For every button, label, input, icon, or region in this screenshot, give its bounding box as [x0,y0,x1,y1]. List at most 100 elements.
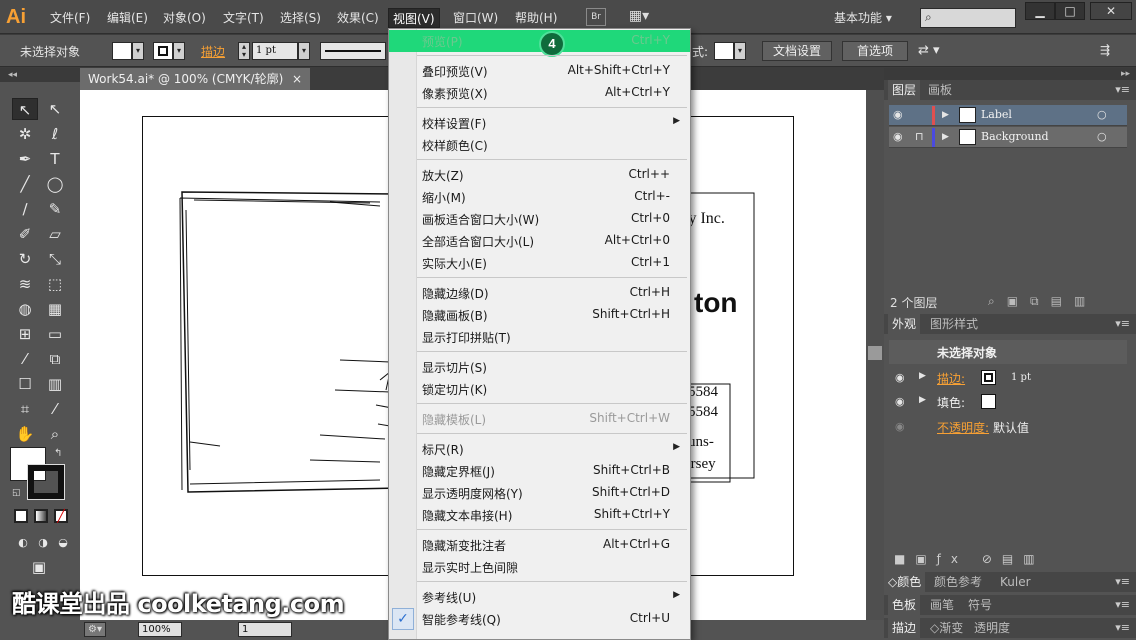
tab-gradient[interactable]: ◇渐变 [926,618,967,638]
tab-appearance[interactable]: 外观 [888,314,921,334]
menu-item[interactable]: 显示实时上色间隙 [389,556,690,578]
stroke-panel-menu-icon[interactable]: ▾≡ [1115,621,1130,634]
appearance-opacity-label[interactable]: 不透明度: [937,419,989,436]
vertical-scrollbar[interactable] [866,90,884,620]
draw-inside-icon[interactable]: ◒ [50,532,76,554]
free-transform-tool-icon[interactable]: ⬚ [42,273,68,295]
tab-stroke[interactable]: 描边 [888,618,921,638]
bridge-button[interactable]: Br [586,8,606,26]
menu-effect[interactable]: 效果(C) [333,8,383,28]
panel-collapse-icon[interactable]: ▸▸ [884,68,1136,80]
paintbrush-tool-icon[interactable]: ∕ [12,198,38,220]
line-tool-icon[interactable]: ╱ [12,173,38,195]
menu-item[interactable]: 隐藏画板(B) Shift+Ctrl+H [389,304,690,326]
tab-transparency[interactable]: 透明度 [970,618,1014,638]
menu-item[interactable]: 显示打印拼贴(T) [389,326,690,348]
menu-item[interactable]: 参考线(U) ▶ [389,586,690,608]
eyedropper-tool-icon[interactable]: ⁄ [12,348,38,370]
menu-item[interactable]: 放大(Z) Ctrl++ [389,164,690,186]
tab-layers[interactable]: 图层 [888,80,921,100]
visibility-eye-icon[interactable]: ◉ [895,371,905,384]
type-tool-icon[interactable]: T [42,148,68,170]
collapse-icon[interactable]: ◂◂ [0,68,80,82]
document-tab[interactable]: Work54.ai* @ 100% (CMYK/轮廓) × [80,68,310,90]
perspective-grid-tool-icon[interactable]: ▦ [42,298,68,320]
lasso-tool-icon[interactable]: ℓ [42,123,68,145]
menu-item[interactable]: 实际大小(E) Ctrl+1 [389,252,690,274]
variable-width-profile[interactable] [320,42,386,60]
style-swatch[interactable] [714,42,734,60]
tab-brushes[interactable]: 画笔 [926,595,958,615]
eraser-tool-icon[interactable]: ▱ [42,223,68,245]
rotate-tool-icon[interactable]: ↻ [12,248,38,270]
appearance-panel-menu-icon[interactable]: ▾≡ [1115,317,1130,330]
isolate-icon[interactable]: ⇄ ▾ [918,43,940,58]
blend-tool-icon[interactable]: ⧉ [42,348,68,370]
close-tab-icon[interactable]: × [292,68,302,90]
menu-item[interactable]: 智能参考线(Q) Ctrl+U ✓ [389,608,690,630]
menu-item[interactable]: 预览(P) Ctrl+Y 4 [389,30,690,57]
menu-item[interactable]: 校样设置(F) ▶ [389,112,690,134]
tab-color[interactable]: ◇颜色 [884,572,926,592]
layer-row[interactable]: ◉ ⊓ ▶ Background ○ [889,127,1127,148]
menu-file[interactable]: 文件(F) [46,8,94,28]
menu-item[interactable]: 隐藏渐变批注者 Alt+Ctrl+G [389,534,690,556]
ellipse-tool-icon[interactable]: ◯ [42,173,68,195]
menu-item[interactable]: 隐藏边缘(D) Ctrl+H [389,282,690,304]
preferences-button[interactable]: 首选项 [842,41,908,61]
expand-triangle-icon[interactable]: ▶ [919,371,926,381]
appearance-stroke-row[interactable]: ◉ ▶ 描边: 1 pt [889,366,1127,390]
menu-help[interactable]: 帮助(H) [511,8,561,28]
selection-tool-icon[interactable]: ↖ [12,98,38,120]
layers-panel-menu-icon[interactable]: ▾≡ [1115,83,1130,96]
artboard-tool-icon[interactable]: ⌗ [12,398,38,420]
slice-tool-icon[interactable]: ⁄ [42,398,68,420]
arrange-documents-icon[interactable]: ▦▾ [624,8,654,26]
menu-item[interactable]: 显示透明度网格(Y) Shift+Ctrl+D [389,482,690,504]
hand-tool-icon[interactable]: ✋ [12,423,38,445]
color-mode-icon[interactable] [14,509,28,523]
maximize-button[interactable]: □ [1055,2,1085,20]
stroke-color-box[interactable] [27,464,65,500]
appearance-stroke-swatch[interactable] [981,370,996,385]
close-window-button[interactable]: ✕ [1090,2,1132,20]
appearance-footer-icons[interactable]: ■▣ƒx ⊘▤▥ [894,552,1045,566]
menu-type[interactable]: 文字(T) [219,8,268,28]
appearance-stroke-label[interactable]: 描边: [937,370,965,387]
menu-select[interactable]: 选择(S) [276,8,325,28]
menu-item[interactable]: 标尺(R) ▶ [389,438,690,460]
document-setup-button[interactable]: 文档设置 [762,41,832,61]
none-mode-icon[interactable]: ╱ [54,509,68,523]
menu-edit[interactable]: 编辑(E) [103,8,152,28]
visibility-eye-icon[interactable]: ◉ [893,108,903,121]
pen-tool-icon[interactable]: ✒ [12,148,38,170]
stroke-swatch[interactable] [153,42,173,60]
fill-dropdown-icon[interactable]: ▾ [132,42,144,60]
workspace-switcher[interactable]: 基本功能 ▾ [834,8,892,28]
layer-row[interactable]: ◉ ▶ Label ○ [889,105,1127,126]
gpu-icon[interactable]: ⚙▾ [84,622,106,637]
swap-colors-icon[interactable]: ↰ [54,448,62,459]
shape-builder-tool-icon[interactable]: ◍ [12,298,38,320]
target-circle-icon[interactable]: ○ [1097,130,1107,143]
expand-triangle-icon[interactable]: ▶ [919,395,926,405]
tab-graphic-styles[interactable]: 图形样式 [926,314,982,334]
appearance-fill-row[interactable]: ◉ ▶ 填色: [889,390,1127,414]
menu-item[interactable]: 隐藏文本串接(H) Shift+Ctrl+Y [389,504,690,526]
tab-swatches[interactable]: 色板 [888,595,921,615]
symbol-sprayer-tool-icon[interactable]: ☐ [12,373,38,395]
minimize-button[interactable]: ▁ [1025,2,1055,20]
screen-mode-icon[interactable]: ▣ [26,556,52,578]
menu-item[interactable]: 校样颜色(C) [389,134,690,156]
gradient-mode-icon[interactable] [34,509,48,523]
swatches-panel-menu-icon[interactable]: ▾≡ [1115,598,1130,611]
menu-item[interactable]: 隐藏定界框(J) Shift+Ctrl+B [389,460,690,482]
stroke-weight-dropdown-icon[interactable]: ▾ [298,42,310,60]
menu-item[interactable]: 缩小(M) Ctrl+- [389,186,690,208]
stroke-label[interactable]: 描边 [201,43,225,60]
tab-artboards[interactable]: 画板 [924,80,956,100]
help-search-input[interactable]: ⌕ [920,8,1016,28]
color-panel-menu-icon[interactable]: ▾≡ [1115,575,1130,588]
menu-item[interactable]: 显示切片(S) [389,356,690,378]
panel-menu-icon[interactable]: ⇶ [1100,43,1110,57]
